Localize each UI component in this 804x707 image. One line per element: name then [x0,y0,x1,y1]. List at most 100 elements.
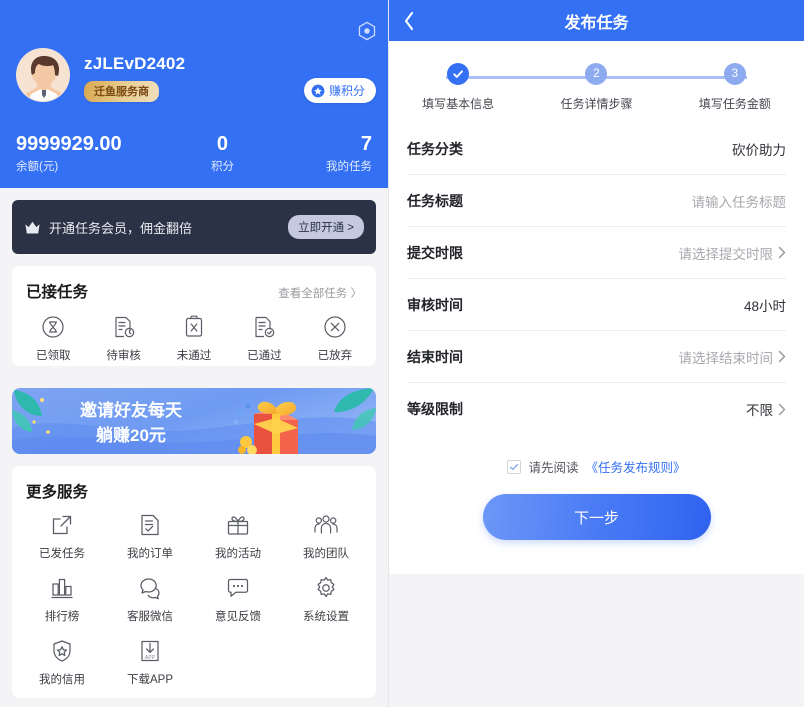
chevron-left-icon[interactable] [403,11,415,31]
hexagon-gear-icon[interactable] [356,20,378,42]
form-value: 请选择结束时间 [679,347,787,367]
step-2[interactable]: 2 任务详情步骤 [527,63,665,112]
stat-points[interactable]: 0 积分 [166,132,280,174]
document-check-icon [251,314,277,340]
avatar[interactable] [16,48,70,102]
accepted-item-label: 已领取 [35,350,71,362]
service-item-support-wechat[interactable]: 客服微信 [106,575,194,624]
publish-task-pane: 发布任务 填写基本信息 2 任务详情步骤 3 填写任务金额 任务分类 砍价助力 … [388,0,804,707]
step-1[interactable]: 填写基本信息 [389,63,527,112]
stats-row: 9999929.00 余额(元) 0 积分 7 我的任务 [0,132,388,174]
stat-label: 余额(元) [16,161,59,173]
page-title: 发布任务 [564,14,629,32]
service-item-published-tasks[interactable]: 已发任务 [18,512,106,561]
next-button-wrap: 下一步 [389,480,804,566]
stat-my-tasks[interactable]: 7 我的任务 [279,132,372,174]
form-value-text: 48小时 [743,298,786,314]
document-clock-icon [111,314,137,340]
service-item-label: 下载APP [126,674,173,686]
gift-icon [225,512,251,538]
accepted-item-received[interactable]: 已领取 [18,314,88,363]
service-item-label: 意见反馈 [215,611,261,623]
service-item-label: 我的信用 [39,674,85,686]
svg-text:APP: APP [145,655,156,661]
service-item-download-app[interactable]: APP 下载APP [106,638,194,687]
profile-header: zJLEvD2402 迁鱼服务商 赚积分 9999929.00 余额(元) 0 … [0,0,388,188]
stat-balance[interactable]: 9999929.00 余额(元) [16,132,166,174]
x-circle-icon [322,314,348,340]
app-screen: zJLEvD2402 迁鱼服务商 赚积分 9999929.00 余额(元) 0 … [0,0,804,707]
stat-value: 9999929.00 [16,133,122,155]
service-item-system-settings[interactable]: 系统设置 [282,575,370,624]
service-item-label: 客服微信 [127,611,173,623]
accepted-item-label: 已放弃 [317,350,353,362]
vip-open-button[interactable]: 立即开通 > [288,215,364,239]
more-services-card: 更多服务 已发任务 我的订单 我的活动 我的团队 排行榜 客服微信 意见反馈 系… [12,466,376,698]
form-value-text: 请选择提交时限 [678,246,774,262]
step-2-label: 任务详情步骤 [560,97,633,111]
chevron-right-icon [778,350,786,363]
next-step-button[interactable]: 下一步 [482,494,711,540]
publish-task-body: 填写基本信息 2 任务详情步骤 3 填写任务金额 任务分类 砍价助力 任务标题 … [389,41,804,574]
service-item-label: 我的活动 [215,548,261,560]
accepted-item-passed[interactable]: 已通过 [229,314,299,363]
form-label: 提交时限 [407,244,463,261]
service-item-my-activity[interactable]: 我的活动 [194,512,282,561]
accepted-item-label: 待审核 [106,350,141,362]
service-item-label: 已发任务 [39,548,85,560]
stat-value: 7 [360,133,372,155]
form-value-text: 砍价助力 [732,142,786,158]
vip-banner[interactable]: 开通任务会员，佣金翻倍 立即开通 > [12,200,376,254]
form-row-end-time[interactable]: 结束时间 请选择结束时间 [407,331,786,383]
form-row-task-category[interactable]: 任务分类 砍价助力 [407,123,786,175]
agreement-checkbox[interactable] [507,459,522,474]
form-row-review-time[interactable]: 审核时间 48小时 [407,279,786,331]
agreement-prefix: 请先阅读 [528,461,579,475]
more-services-head: 更多服务 [12,466,376,502]
check-icon [452,68,464,80]
earn-points-button[interactable]: 赚积分 [303,78,376,103]
external-link-icon [49,512,75,538]
service-item-leaderboard[interactable]: 排行榜 [18,575,106,624]
step-progress: 填写基本信息 2 任务详情步骤 3 填写任务金额 [389,41,804,123]
form-value: 48小时 [744,295,786,315]
stat-label: 我的任务 [326,161,372,173]
accepted-item-rejected[interactable]: 未通过 [159,314,229,363]
service-item-label: 我的订单 [127,548,173,560]
users-group-icon [313,512,339,538]
invite-banner[interactable]: 邀请好友每天 躺赚20元 [12,388,376,454]
form-value-text: 请选择结束时间 [678,350,774,366]
name-block: zJLEvD2402 迁鱼服务商 [84,48,185,102]
form-value: 不限 [746,399,786,419]
service-item-my-orders[interactable]: 我的订单 [106,512,194,561]
form-row-level-limit[interactable]: 等级限制 不限 [407,383,786,435]
form-row-task-title[interactable]: 任务标题 请输入任务标题 [407,175,786,227]
service-item-feedback[interactable]: 意见反馈 [194,575,282,624]
form-value: 请选择提交时限 [679,243,787,263]
accepted-item-label: 未通过 [176,350,212,362]
step-3[interactable]: 3 填写任务金额 [666,63,804,112]
service-item-label: 系统设置 [303,611,349,623]
service-item-my-credit[interactable]: 我的信用 [18,638,106,687]
form-value-text: 请输入任务标题 [691,194,787,210]
task-title-input[interactable]: 请输入任务标题 [692,191,787,211]
form-value-text: 不限 [746,403,773,418]
accepted-item-reviewing[interactable]: 待审核 [88,314,158,363]
see-all-tasks-link[interactable]: 查看全部任务 〉 [278,285,362,301]
publish-task-header: 发布任务 [389,0,804,41]
accepted-item-abandoned[interactable]: 已放弃 [300,314,370,363]
service-item-my-team[interactable]: 我的团队 [282,512,370,561]
download-app-icon: APP [137,638,163,664]
form-label: 任务标题 [407,192,463,209]
form-label: 结束时间 [407,348,463,365]
step-3-label: 填写任务金额 [698,97,771,111]
form-row-submit-deadline[interactable]: 提交时限 请选择提交时限 [407,227,786,279]
username: zJLEvD2402 [84,54,186,73]
vip-banner-text: 开通任务会员，佣金翻倍 [49,220,193,236]
service-item-label: 我的团队 [303,548,349,560]
task-rules-link[interactable]: 《任务发布规则》 [586,457,686,476]
hourglass-circle-icon [40,314,66,340]
stat-value: 0 [216,133,229,155]
stat-label: 积分 [210,161,234,173]
form-label: 任务分类 [407,140,463,157]
